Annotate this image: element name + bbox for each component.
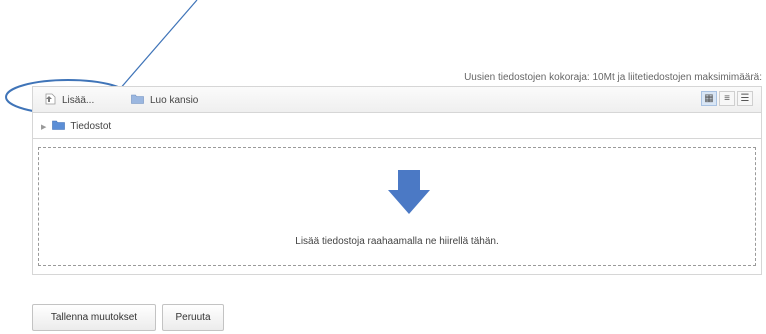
filemanager-toolbar: Lisää... Luo kansio ▦ ≡ ☰ <box>32 86 762 112</box>
folder-add-icon <box>131 93 144 107</box>
view-mode-toggle: ▦ ≡ ☰ <box>701 91 753 106</box>
dropzone-text: Lisää tiedostoja raahaamalla ne hiirellä… <box>295 236 499 247</box>
create-folder-button[interactable]: Luo kansio <box>131 93 198 107</box>
expand-triangle-icon: ▶ <box>41 123 47 131</box>
grid-icon: ▦ <box>704 93 714 104</box>
add-file-button[interactable]: Lisää... <box>45 93 94 108</box>
save-changes-button[interactable]: Tallenna muutokset <box>32 304 156 331</box>
file-dropzone[interactable]: Lisää tiedostoja raahaamalla ne hiirellä… <box>32 139 762 275</box>
folder-label: Tiedostot <box>70 121 112 132</box>
folder-icon <box>52 120 66 133</box>
create-folder-label: Luo kansio <box>150 94 199 106</box>
annotation-arrow-line <box>111 0 198 99</box>
list-icon: ≡ <box>724 93 730 104</box>
tree-view-button[interactable]: ☰ <box>737 91 753 106</box>
drop-arrow-icon <box>388 170 430 214</box>
path-folder-root[interactable]: ▶ Tiedostot <box>41 120 111 133</box>
upload-limit-text: Uusien tiedostojen kokoraja: 10Mt ja lii… <box>464 72 762 83</box>
dropzone-dashed-area: Lisää tiedostoja raahaamalla ne hiirellä… <box>38 147 756 266</box>
add-file-icon <box>45 93 56 108</box>
icons-view-button[interactable]: ▦ <box>701 91 717 106</box>
path-bar: ▶ Tiedostot <box>32 112 762 139</box>
tree-icon: ☰ <box>740 93 750 104</box>
cancel-button[interactable]: Peruuta <box>162 304 224 331</box>
add-file-label: Lisää... <box>62 95 95 106</box>
list-view-button[interactable]: ≡ <box>719 91 735 106</box>
